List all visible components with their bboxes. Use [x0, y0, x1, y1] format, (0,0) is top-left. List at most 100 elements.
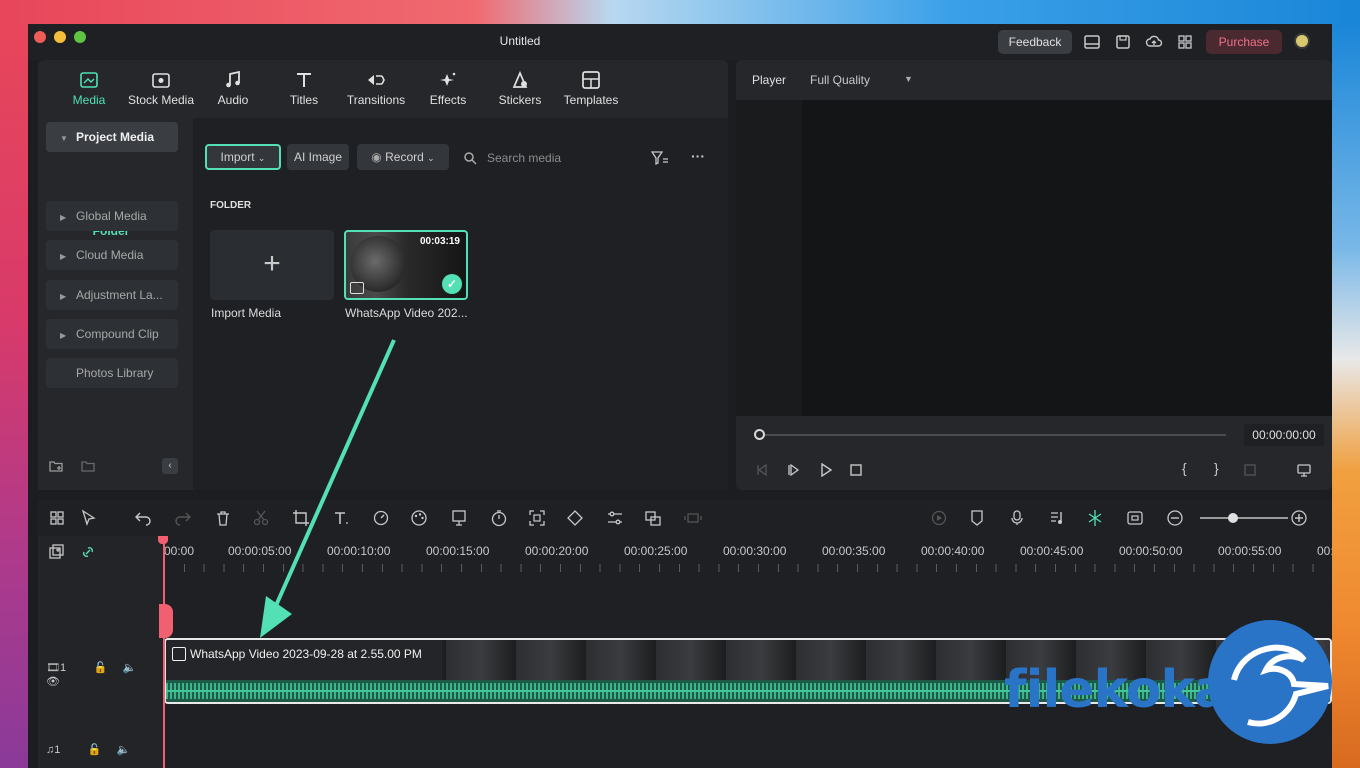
purchase-button[interactable]: Purchase: [1206, 30, 1282, 54]
video-clip-icon: [172, 647, 186, 661]
display-settings-icon[interactable]: [1296, 462, 1312, 478]
speaker-icon[interactable]: 🔈: [122, 661, 136, 674]
clip-title: WhatsApp Video 2023-09-28 at 2.55.00 PM: [190, 647, 422, 661]
render-preview-icon[interactable]: [930, 509, 948, 527]
layout-grid-icon[interactable]: [48, 509, 66, 527]
layout-icon[interactable]: [1083, 33, 1101, 51]
chevron-right-icon: ▶: [60, 292, 67, 301]
lock-icon[interactable]: 🔓: [88, 743, 102, 756]
timer-icon[interactable]: [490, 509, 508, 527]
sidebar-item-photos-library[interactable]: Photos Library: [46, 358, 178, 388]
sidebar-item-compound-clip[interactable]: ▶ Compound Clip: [46, 319, 178, 349]
sidebar-item-label: Global Media: [76, 209, 147, 223]
zoom-fit-icon[interactable]: [1126, 509, 1144, 527]
filter-icon[interactable]: [651, 150, 669, 166]
tab-templates[interactable]: Templates: [560, 70, 622, 114]
player-label: Player: [752, 73, 787, 87]
adjust-sliders-icon[interactable]: [606, 509, 624, 527]
eye-icon[interactable]: 👁: [46, 675, 60, 688]
record-button[interactable]: ◉ Record ⌄: [357, 144, 449, 170]
tab-transitions[interactable]: Transitions: [344, 70, 408, 114]
playback-scrubber[interactable]: [758, 434, 1226, 436]
sidebar-item-label: Adjustment La...: [76, 288, 163, 302]
collapse-sidebar-button[interactable]: ‹: [162, 458, 178, 474]
cloud-upload-icon[interactable]: [1145, 33, 1163, 51]
search-input[interactable]: Search media: [487, 151, 561, 165]
user-avatar[interactable]: [1294, 33, 1310, 49]
tab-label: Effects: [429, 93, 467, 107]
chevron-right-icon: ▶: [60, 213, 67, 222]
next-frame-icon[interactable]: [786, 462, 802, 478]
select-cursor-icon[interactable]: [80, 509, 98, 527]
tab-stock-media[interactable]: Stock Media: [126, 70, 196, 114]
quality-dropdown[interactable]: Full Quality: [810, 73, 870, 87]
playhead-tab[interactable]: [159, 604, 173, 638]
green-screen-icon[interactable]: [450, 509, 468, 527]
sidebar-item-global-media[interactable]: ▶ Global Media: [46, 201, 178, 231]
templates-icon: [582, 71, 600, 89]
chevron-right-icon: ▶: [60, 252, 67, 261]
lock-icon[interactable]: 🔓: [93, 661, 107, 674]
speaker-icon[interactable]: 🔈: [117, 743, 131, 756]
record-icon: ◉: [371, 150, 382, 164]
tab-titles[interactable]: Titles: [281, 70, 327, 114]
more-options-icon[interactable]: ···: [691, 148, 705, 164]
import-media-tile[interactable]: +: [210, 230, 334, 300]
audio-track-icon: ♫1: [46, 744, 61, 756]
new-folder-icon[interactable]: [48, 458, 64, 474]
tab-label: Audio: [217, 93, 249, 107]
undo-icon[interactable]: [134, 509, 152, 527]
tab-effects[interactable]: Effects: [424, 70, 472, 114]
ruler-label: 00:00:40:00: [921, 544, 985, 558]
ai-translate-icon[interactable]: [644, 509, 662, 527]
zoom-out-icon[interactable]: [1166, 509, 1184, 527]
chevron-down-icon: ⌄: [427, 153, 435, 163]
play-icon[interactable]: [818, 462, 834, 478]
zoom-slider[interactable]: [1200, 517, 1288, 519]
scrubber-handle[interactable]: [754, 429, 765, 440]
insert-clip-icon[interactable]: [1242, 462, 1258, 478]
tab-media[interactable]: Media: [66, 70, 112, 114]
ruler-label: 00:00:50:00: [1119, 544, 1183, 558]
ruler-label: 00:0: [1317, 544, 1332, 558]
stop-icon[interactable]: [848, 462, 864, 478]
apps-grid-icon[interactable]: [1176, 33, 1194, 51]
watermark-logo: filekoka: [1004, 620, 1332, 750]
ruler-label: 00:00:35:00: [822, 544, 886, 558]
marker-icon[interactable]: [968, 509, 986, 527]
sidebar-item-adjustment-layer[interactable]: ▶ Adjustment La...: [46, 280, 178, 310]
tab-label: Titles: [289, 93, 319, 107]
redo-icon[interactable]: [174, 509, 192, 527]
sidebar-item-project-media[interactable]: ▼ Project Media: [46, 122, 178, 152]
tab-audio[interactable]: Audio: [208, 70, 258, 114]
media-icon: [80, 72, 98, 88]
stabilize-icon[interactable]: [684, 509, 702, 527]
save-icon[interactable]: [1114, 33, 1132, 51]
mark-in-icon[interactable]: {: [1182, 460, 1187, 476]
keyframe-icon[interactable]: [566, 509, 584, 527]
chevron-down-icon: ▼: [904, 74, 913, 84]
sidebar-item-cloud-media[interactable]: ▶ Cloud Media: [46, 240, 178, 270]
tab-label: Transitions: [346, 93, 406, 107]
mark-out-icon[interactable]: }: [1214, 460, 1219, 476]
microphone-icon[interactable]: [1008, 509, 1026, 527]
folder-icon[interactable]: [80, 458, 96, 474]
audio-mix-icon[interactable]: [1048, 509, 1066, 527]
feedback-button[interactable]: Feedback: [998, 30, 1072, 54]
previous-frame-icon[interactable]: [754, 462, 770, 478]
sidebar-item-label: Project Media: [76, 130, 155, 144]
tab-label: Media: [72, 93, 106, 107]
link-icon[interactable]: [80, 544, 96, 560]
magnetic-snap-icon[interactable]: [1086, 509, 1104, 527]
delete-icon[interactable]: [214, 509, 232, 527]
zoom-in-icon[interactable]: [1290, 509, 1308, 527]
tab-stickers[interactable]: Stickers: [494, 70, 546, 114]
auto-reframe-icon[interactable]: [528, 509, 546, 527]
video-duration: 00:03:19: [419, 236, 460, 247]
playhead[interactable]: [163, 538, 165, 768]
video-thumbnail[interactable]: 00:03:19 ✓: [344, 230, 468, 300]
ai-image-button[interactable]: AI Image: [287, 144, 349, 170]
zoom-slider-handle[interactable]: [1228, 513, 1238, 523]
add-track-icon[interactable]: [48, 544, 64, 560]
import-button[interactable]: Import ⌄: [205, 144, 281, 170]
